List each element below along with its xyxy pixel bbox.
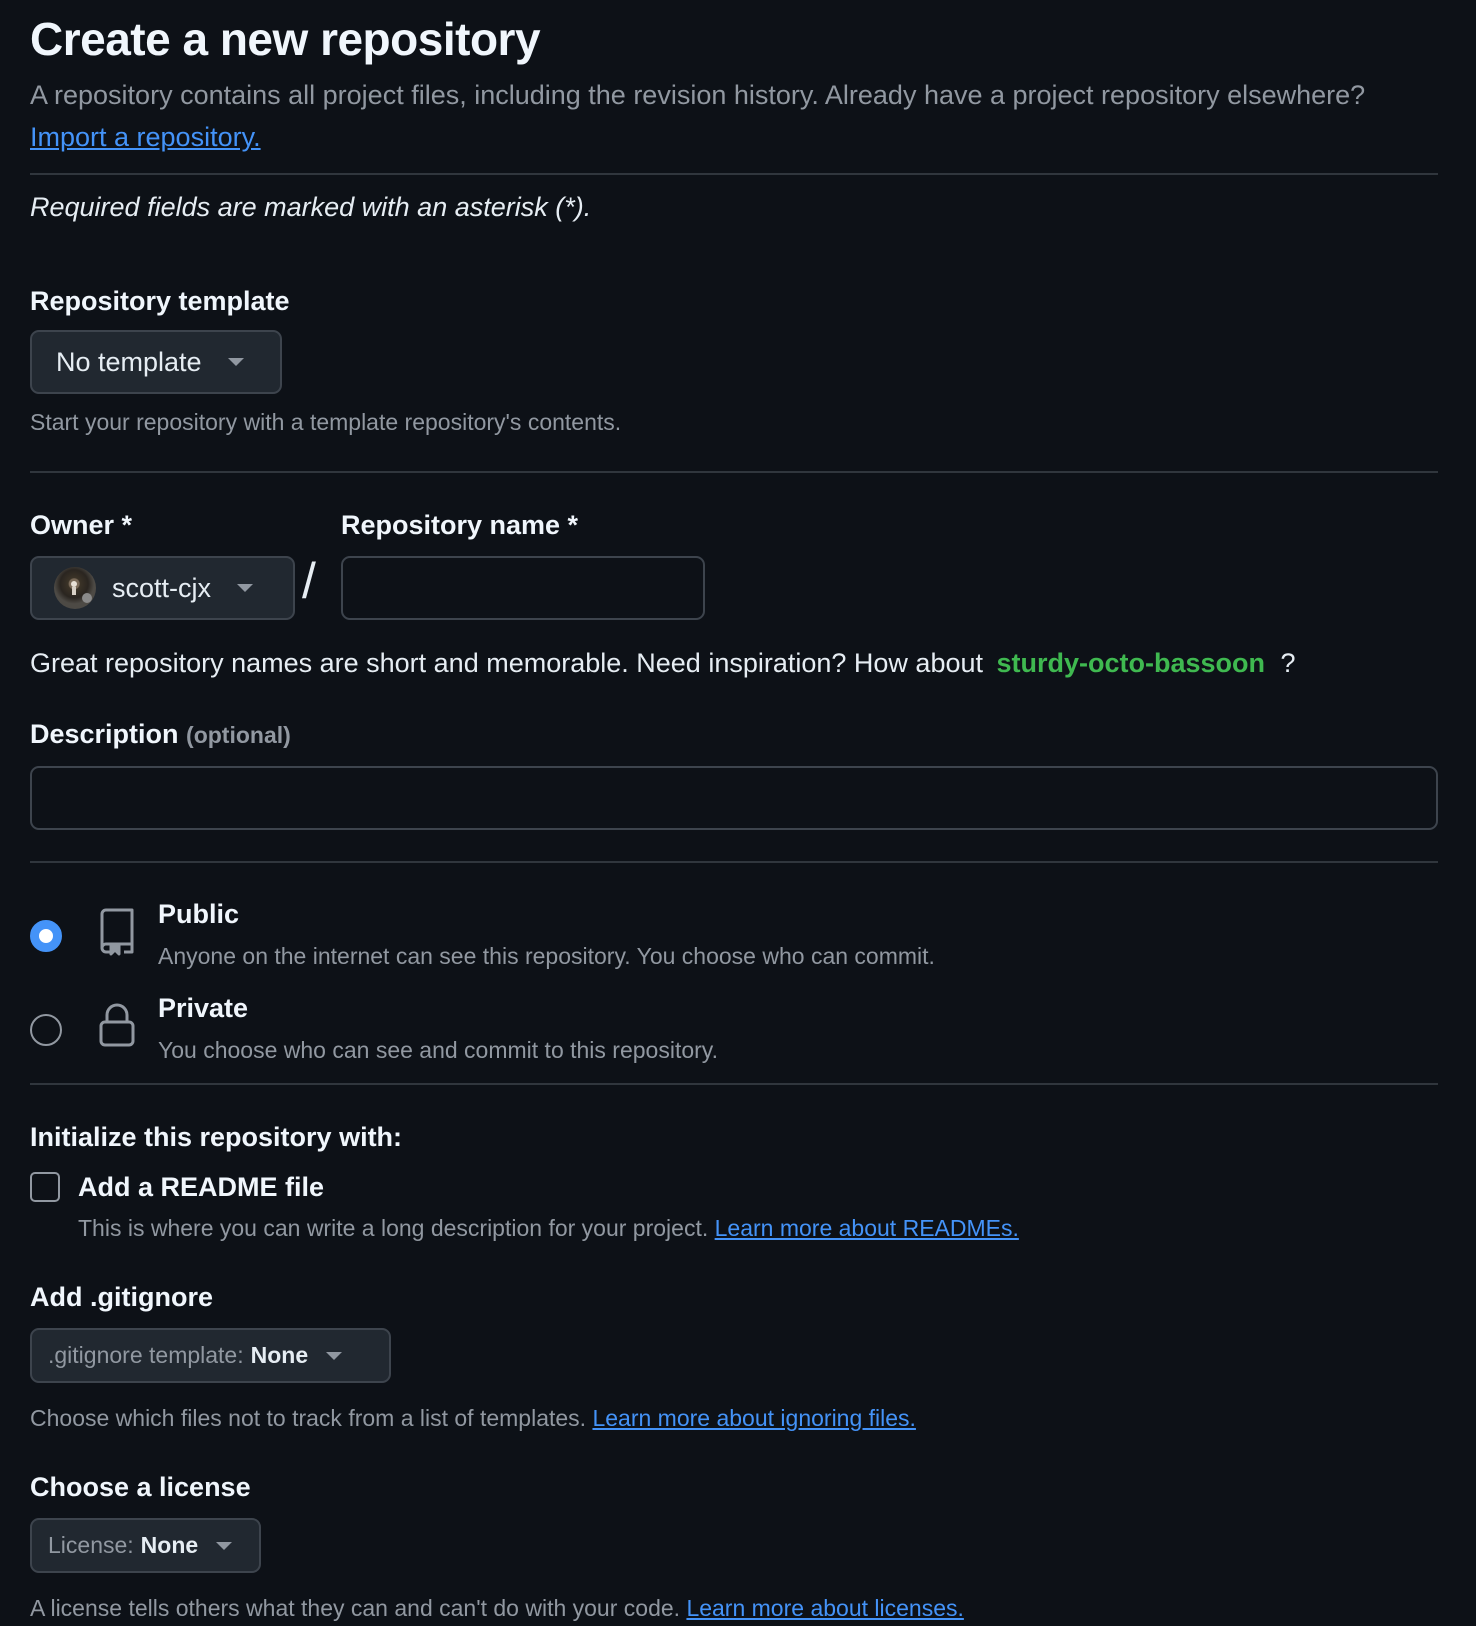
template-dropdown[interactable]: No template — [30, 330, 282, 394]
repository-name-input[interactable] — [341, 556, 705, 620]
license-label: Choose a license — [30, 1472, 251, 1502]
public-description: Anyone on the internet can see this repo… — [158, 943, 935, 969]
readme-learn-more-link[interactable]: Learn more about READMEs. — [715, 1215, 1019, 1241]
readme-checkbox[interactable] — [30, 1172, 60, 1202]
license-value: None — [140, 1532, 199, 1558]
description-label: Description (optional) — [30, 719, 291, 750]
initialize-heading: Initialize this repository with: — [30, 1122, 403, 1152]
template-label: Repository template — [30, 286, 290, 316]
repo-icon — [96, 908, 136, 961]
readme-help-text: This is where you can write a long descr… — [78, 1215, 709, 1241]
subtitle-text: A repository contains all project files,… — [30, 80, 1366, 110]
lock-icon — [98, 1002, 136, 1053]
divider — [30, 471, 1438, 473]
gitignore-label: Add .gitignore — [30, 1282, 213, 1312]
template-selected: No template — [56, 346, 202, 377]
suggested-name[interactable]: sturdy-octo-bassoon — [997, 648, 1266, 678]
suggestion-suffix: ? — [1280, 648, 1296, 678]
divider — [30, 861, 1438, 863]
name-suggestion: Great repository names are short and mem… — [30, 648, 1296, 679]
template-help: Start your repository with a template re… — [30, 409, 622, 435]
suggestion-text: Great repository names are short and mem… — [30, 648, 983, 678]
license-dropdown[interactable]: License: None — [30, 1518, 261, 1573]
public-radio[interactable] — [30, 920, 62, 952]
gitignore-help-text: Choose which files not to track from a l… — [30, 1405, 587, 1431]
import-repository-link[interactable]: Import a repository. — [30, 122, 261, 152]
divider — [30, 1083, 1438, 1085]
page-title: Create a new repository — [30, 13, 541, 65]
license-help-text: A license tells others what they can and… — [30, 1595, 681, 1621]
license-learn-more-link[interactable]: Learn more about licenses. — [686, 1595, 963, 1621]
chevron-down-icon — [237, 584, 254, 592]
license-help: A license tells others what they can and… — [30, 1595, 964, 1622]
avatar — [54, 567, 96, 609]
gitignore-learn-more-link[interactable]: Learn more about ignoring files. — [592, 1405, 915, 1431]
owner-label: Owner * — [30, 510, 133, 540]
private-radio[interactable] — [30, 1014, 62, 1046]
chevron-down-icon — [326, 1351, 343, 1360]
readme-help: This is where you can write a long descr… — [78, 1215, 1019, 1242]
private-title: Private — [158, 993, 249, 1023]
description-input[interactable] — [30, 766, 1438, 830]
gitignore-dropdown[interactable]: .gitignore template: None — [30, 1328, 391, 1383]
owner-value: scott-cjx — [112, 572, 212, 603]
divider — [30, 173, 1438, 175]
readme-label[interactable]: Add a README file — [78, 1172, 324, 1203]
description-label-text: Description — [30, 719, 179, 749]
gitignore-prefix: .gitignore template: — [48, 1342, 244, 1368]
chevron-down-icon — [216, 1541, 233, 1550]
private-description: You choose who can see and commit to thi… — [158, 1037, 718, 1063]
owner-dropdown[interactable]: scott-cjx — [30, 556, 295, 620]
gitignore-help: Choose which files not to track from a l… — [30, 1405, 916, 1432]
gitignore-value: None — [250, 1342, 309, 1368]
chevron-down-icon — [227, 358, 244, 366]
repository-name-label: Repository name * — [341, 510, 579, 540]
public-title: Public — [158, 899, 240, 929]
license-prefix: License: — [48, 1532, 134, 1558]
optional-hint: (optional) — [186, 722, 291, 748]
required-fields-note: Required fields are marked with an aster… — [30, 192, 592, 222]
owner-repo-separator: / — [302, 553, 316, 609]
page-subtitle: A repository contains all project files,… — [30, 74, 1410, 158]
